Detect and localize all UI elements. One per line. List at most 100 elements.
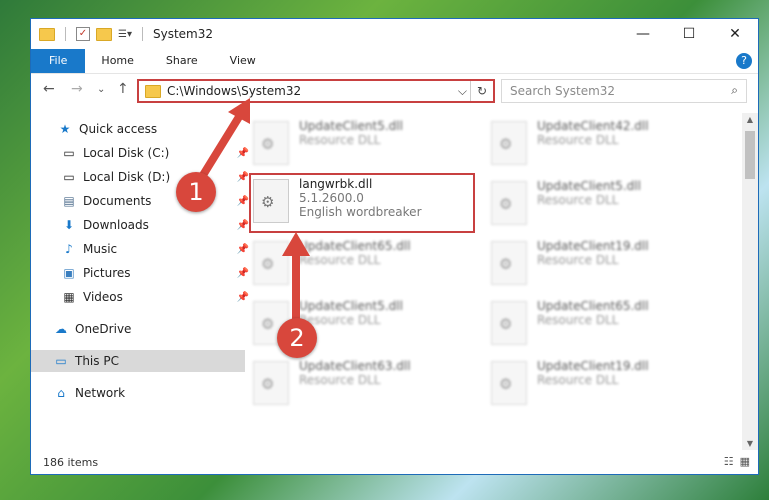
maximize-button[interactable]: ☐ (666, 19, 712, 49)
close-button[interactable]: ✕ (712, 19, 758, 49)
step-1-badge: 1 (176, 172, 216, 212)
file-type: Resource DLL (537, 133, 619, 147)
download-icon: ⬇ (63, 218, 75, 232)
sidebar-item-label: Local Disk (C:) (83, 146, 170, 160)
file-name: UpdateClient5.dll (537, 179, 641, 193)
file-tile[interactable]: UpdateClient65.dll Resource DLL (489, 297, 719, 353)
address-path[interactable]: C:\Windows\System32 (167, 84, 301, 98)
title-bar: ✓ ☰▾ System32 — ☐ ✕ (31, 19, 758, 49)
file-name: UpdateClient19.dll (537, 239, 649, 253)
view-toggle: ☷ ▦ (724, 455, 750, 468)
dll-file-icon (491, 181, 527, 225)
minimize-button[interactable]: — (620, 19, 666, 49)
drive-icon: ▭ (63, 170, 75, 184)
sidebar-item-label: Videos (83, 290, 123, 304)
file-tile[interactable]: UpdateClient63.dll Resource DLL (251, 357, 481, 413)
help-icon[interactable]: ? (736, 53, 752, 69)
step-2-badge: 2 (277, 318, 317, 358)
file-type: Resource DLL (299, 313, 381, 327)
search-input[interactable]: Search System32 ⌕ (501, 79, 747, 103)
file-tile[interactable]: UpdateClient19.dll Resource DLL (489, 237, 719, 293)
sidebar-item-label: Music (83, 242, 118, 256)
file-tile[interactable]: UpdateClient5.dll Resource DLL (489, 177, 719, 233)
sidebar-item-downloads[interactable]: ⬇ Downloads 📌 (31, 214, 253, 236)
dll-file-icon (253, 361, 289, 405)
tab-file[interactable]: File (31, 49, 86, 73)
ribbon-tabs: File Home Share View ? (31, 49, 758, 74)
pictures-icon: ▣ (63, 266, 75, 280)
status-bar: 186 items ☷ ▦ (31, 450, 758, 474)
file-type: Resource DLL (299, 253, 381, 267)
window-title: System32 (152, 27, 214, 41)
vertical-scrollbar[interactable]: ▲ ▼ (742, 113, 758, 450)
sidebar-item-this-pc[interactable]: ▭ This PC (31, 350, 245, 372)
file-type: Resource DLL (299, 133, 381, 147)
sidebar-item-local-disk-c[interactable]: ▭ Local Disk (C:) 📌 (31, 142, 253, 164)
sidebar-item-label: Quick access (79, 122, 158, 136)
tab-view[interactable]: View (214, 49, 272, 73)
sidebar-item-documents[interactable]: ▤ Documents 📌 (31, 190, 253, 212)
navigation-row: ← → ⌄ ↑ C:\Windows\System32 ⌵ ↻ Search S… (31, 77, 758, 105)
details-view-icon[interactable]: ☷ (724, 455, 734, 468)
dll-file-icon (491, 121, 527, 165)
sidebar-item-label: Local Disk (D:) (83, 170, 171, 184)
tab-home[interactable]: Home (85, 49, 149, 73)
file-tile[interactable]: UpdateClient65.dll Resource DLL (251, 237, 481, 293)
music-icon: ♪ (65, 242, 73, 256)
back-button[interactable]: ← (43, 81, 55, 97)
sidebar-item-onedrive[interactable]: ☁ OneDrive (31, 318, 245, 340)
divider (141, 27, 143, 41)
file-type: Resource DLL (299, 373, 381, 387)
address-bar[interactable]: C:\Windows\System32 ⌵ ↻ (137, 79, 495, 103)
large-icons-view-icon[interactable]: ▦ (740, 455, 750, 468)
scroll-up-icon[interactable]: ▲ (742, 115, 758, 124)
dll-file-icon (253, 121, 289, 165)
file-tile[interactable]: UpdateClient5.dll Resource DLL (251, 117, 481, 173)
network-icon: ⌂ (57, 386, 65, 400)
refresh-button[interactable]: ↻ (470, 81, 493, 101)
documents-icon: ▤ (63, 194, 75, 208)
sidebar-item-videos[interactable]: ▦ Videos 📌 (31, 286, 253, 308)
up-button[interactable]: ↑ (117, 81, 129, 97)
file-list: UpdateClient5.dll Resource DLL langwrbk.… (231, 113, 742, 450)
star-icon: ★ (59, 122, 71, 136)
new-folder-icon[interactable] (96, 27, 112, 41)
recent-locations-button[interactable]: ⌄ (97, 84, 105, 95)
dll-file-icon (491, 361, 527, 405)
folder-icon (145, 84, 161, 98)
file-name: UpdateClient65.dll (537, 299, 649, 313)
properties-icon[interactable]: ✓ (76, 27, 90, 41)
sidebar-item-label: Documents (83, 194, 152, 208)
sidebar-item-pictures[interactable]: ▣ Pictures 📌 (31, 262, 253, 284)
search-placeholder: Search System32 (510, 84, 616, 98)
customize-toolbar-icon[interactable]: ☰▾ (118, 29, 132, 40)
file-name: UpdateClient42.dll (537, 119, 649, 133)
forward-button[interactable]: → (71, 81, 83, 97)
sidebar-item-label: Pictures (83, 266, 131, 280)
file-type: Resource DLL (537, 253, 619, 267)
navigation-pane: ★ Quick access ▭ Local Disk (C:) 📌 ▭ Loc… (31, 113, 249, 450)
sidebar-item-local-disk-d[interactable]: ▭ Local Disk (D:) 📌 (31, 166, 253, 188)
cloud-icon: ☁ (55, 322, 67, 336)
file-name: UpdateClient65.dll (299, 239, 411, 253)
sidebar-item-music[interactable]: ♪ Music 📌 (31, 238, 253, 260)
search-icon[interactable]: ⌕ (731, 83, 738, 98)
sidebar-item-label: Downloads (83, 218, 149, 232)
tab-share[interactable]: Share (150, 49, 214, 73)
file-tile[interactable]: UpdateClient19.dll Resource DLL (489, 357, 719, 413)
window-controls: — ☐ ✕ (620, 19, 758, 49)
address-dropdown-icon[interactable]: ⌵ (458, 84, 467, 99)
dll-file-icon (491, 241, 527, 285)
sidebar-item-network[interactable]: ⌂ Network (31, 382, 245, 404)
scrollbar-thumb[interactable] (745, 131, 755, 179)
file-name: UpdateClient5.dll (299, 299, 403, 313)
file-type: Resource DLL (537, 313, 619, 327)
quick-access-toolbar: ✓ ☰▾ (39, 27, 147, 41)
scroll-down-icon[interactable]: ▼ (742, 439, 758, 448)
file-tile[interactable]: UpdateClient42.dll Resource DLL (489, 117, 719, 173)
sidebar-item-label: This PC (75, 354, 119, 368)
folder-icon (39, 27, 55, 41)
sidebar-item-quick-access[interactable]: ★ Quick access (31, 118, 249, 140)
file-name: UpdateClient5.dll (299, 119, 403, 133)
dll-file-icon (491, 301, 527, 345)
